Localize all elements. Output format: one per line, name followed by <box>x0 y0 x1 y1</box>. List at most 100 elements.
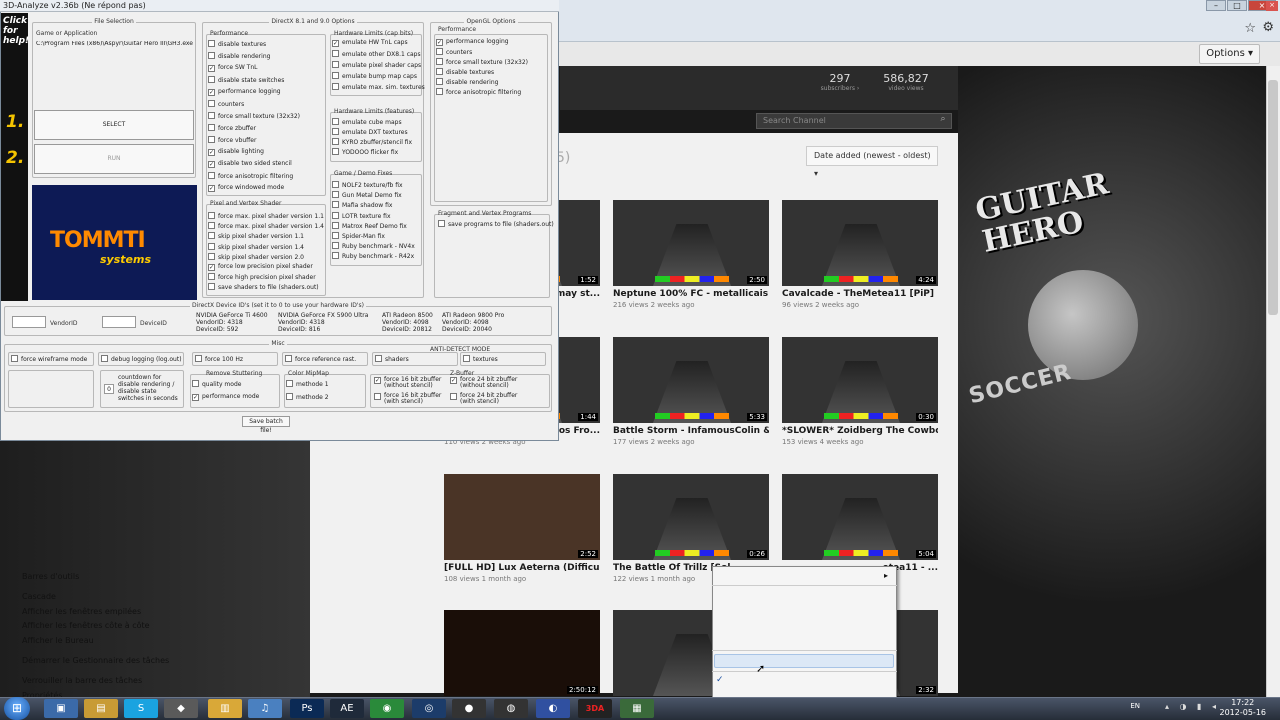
start-button[interactable]: ⊞ <box>4 697 30 720</box>
dx-performance-checkbox[interactable]: ✓ force SW TnL <box>208 64 257 73</box>
app-icon[interactable]: ◆ <box>164 699 198 718</box>
misc-option-checkbox[interactable]: debug logging (log.out) <box>101 355 182 364</box>
3danalyze-taskbar-icon[interactable]: 3DA <box>578 699 612 718</box>
search-icon[interactable]: ⌕ <box>936 114 950 128</box>
pixel-shader-checkbox[interactable]: ✓ force low precision pixel shader <box>208 263 313 272</box>
ogl-performance-checkbox[interactable]: ✓ performance logging <box>436 38 509 47</box>
app-icon[interactable]: ● <box>452 699 486 718</box>
help-text[interactable]: Click for help! <box>3 16 29 46</box>
dx-performance-checkbox[interactable]: force zbuffer <box>208 124 256 133</box>
video-card[interactable]: 5:33 Battle Storm - InfamousColin & Sc...… <box>613 337 769 446</box>
hw-caps-checkbox[interactable]: emulate max. sim. textures <box>332 83 425 92</box>
demo-fix-checkbox[interactable]: Mafia shadow fix <box>332 201 392 210</box>
hw-features-checkbox[interactable]: KYRO zbuffer/stencil fix <box>332 138 412 147</box>
dx-performance-checkbox[interactable]: force vbuffer <box>208 136 256 145</box>
sort-dropdown[interactable]: Date added (newest - oldest) ▾ <box>806 146 938 178</box>
vendor-id-input[interactable] <box>12 316 46 328</box>
zbuffer-checkbox[interactable]: force 24 bit zbuffer (with stencil) <box>450 393 522 407</box>
hw-features-checkbox[interactable]: emulate DXT textures <box>332 128 408 137</box>
video-title[interactable]: Neptune 100% FC - metallicais1337... <box>613 289 769 299</box>
app-icon[interactable]: ▦ <box>620 699 654 718</box>
app-icon[interactable]: ◍ <box>494 699 528 718</box>
pixel-shader-checkbox[interactable]: skip pixel shader version 1.1 <box>208 232 304 241</box>
hw-features-checkbox[interactable]: YODOOO flicker fix <box>332 148 398 157</box>
maximize-icon[interactable]: □ <box>1227 0 1247 11</box>
ogl-performance-checkbox[interactable]: force anisotropic filtering <box>436 88 521 97</box>
pixel-shader-checkbox[interactable]: save shaders to file (shaders.out) <box>208 283 319 292</box>
misc-option-checkbox[interactable]: force reference rast. <box>285 355 356 364</box>
dx-performance-checkbox[interactable]: force anisotropic filtering <box>208 172 293 181</box>
photoshop-icon[interactable]: Ps <box>290 699 324 718</box>
dx-performance-checkbox[interactable]: ✓ force windowed mode <box>208 184 284 193</box>
chrome-icon[interactable]: ◉ <box>370 699 404 718</box>
save-programs-checkbox[interactable]: save programs to file (shaders.out) <box>438 220 554 229</box>
run-button[interactable]: RUN <box>34 144 194 174</box>
video-title[interactable]: [FULL HD] Lux Aeterna (Difficult V... <box>444 563 600 573</box>
save-batch-button[interactable]: Save batch file! <box>242 416 290 434</box>
video-title[interactable]: *SLOWER* Zoidberg The Cowbow ... <box>782 426 938 436</box>
select-button[interactable]: SELECT <box>34 110 194 140</box>
pixel-shader-checkbox[interactable]: force high precision pixel shader <box>208 273 316 282</box>
menu-item-lock-taskbar[interactable]: Verrouiller la barre des tâches <box>22 676 142 685</box>
clock[interactable]: 17:22 2012-05-16 <box>1220 698 1267 718</box>
device-id-input[interactable] <box>102 316 136 328</box>
demo-fix-checkbox[interactable]: Ruby benchmark - NV4x <box>332 242 415 251</box>
options-button[interactable]: Options ▾ <box>1199 44 1260 64</box>
dx-performance-checkbox[interactable]: disable textures <box>208 40 266 49</box>
pixel-shader-checkbox[interactable]: force max. pixel shader version 1.4 <box>208 222 324 231</box>
menu-item-cascade[interactable]: Cascade <box>22 592 56 601</box>
library-icon[interactable]: ▥ <box>208 699 242 718</box>
scrollbar-thumb[interactable] <box>1268 80 1278 315</box>
pixel-shader-checkbox[interactable]: skip pixel shader version 2.0 <box>208 252 304 262</box>
hw-features-checkbox[interactable]: emulate cube maps <box>332 118 402 127</box>
video-title[interactable]: Battle Storm - InfamousColin & Sc... <box>613 426 769 436</box>
close-icon[interactable]: × <box>1266 1 1278 11</box>
folder-icon[interactable]: ▤ <box>84 699 118 718</box>
demo-fix-checkbox[interactable]: Matrox Reef Demo fix <box>332 221 407 231</box>
misc-option-checkbox[interactable]: shaders <box>375 355 409 364</box>
menu-item-side-by-side[interactable]: Afficher les fenêtres côte à côte <box>22 621 150 630</box>
video-card[interactable]: 2:52 [FULL HD] Lux Aeterna (Difficult V..… <box>444 474 600 583</box>
video-card[interactable]: 4:24 Cavalcade - TheMetea11 [PiP] 96 views… <box>782 200 938 309</box>
app-icon[interactable]: ◎ <box>412 699 446 718</box>
pixel-shader-checkbox[interactable]: force max. pixel shader version 1.1 <box>208 212 324 221</box>
menu-item-stacked[interactable]: Afficher les fenêtres empilées <box>22 607 141 616</box>
bookmark-star-icon[interactable]: ☆ <box>1244 21 1256 36</box>
zbuffer-checkbox[interactable]: force 16 bit zbuffer (with stencil) <box>374 393 446 407</box>
video-title[interactable]: Cavalcade - TheMetea11 [PiP] <box>782 289 938 299</box>
skype-icon[interactable]: S <box>124 699 158 718</box>
zbuffer-checkbox[interactable]: ✓ force 24 bit zbuffer (without stencil) <box>450 377 522 391</box>
dx-performance-checkbox[interactable]: force small texture (32x32) <box>208 112 300 121</box>
video-card[interactable]: 0:30 *SLOWER* Zoidberg The Cowbow ... 153 … <box>782 337 938 446</box>
minimize-icon[interactable]: – <box>1206 0 1226 11</box>
menu-item-task-manager[interactable]: Démarrer le Gestionnaire des tâches <box>22 656 169 665</box>
dx-performance-checkbox[interactable]: disable rendering <box>208 52 270 61</box>
dx-performance-checkbox[interactable]: ✓ performance logging <box>208 88 281 97</box>
menu-item-toolbars[interactable]: Barres d'outils <box>22 572 79 581</box>
ogl-performance-checkbox[interactable]: counters <box>436 48 472 57</box>
after-effects-icon[interactable]: AE <box>330 699 364 718</box>
hw-caps-checkbox[interactable]: ✓ emulate HW TnL caps <box>332 39 408 48</box>
misc-option-checkbox[interactable]: force wireframe mode <box>11 355 87 364</box>
video-card[interactable]: 5:04 ...etea11 - ... <box>782 474 938 575</box>
dx-performance-checkbox[interactable]: counters <box>208 100 244 109</box>
video-card[interactable]: 2:50 Neptune 100% FC - metallicais1337...… <box>613 200 769 309</box>
dx-performance-checkbox[interactable]: ✓ disable two sided stencil <box>208 160 292 169</box>
wrench-icon[interactable]: ⚙ <box>1262 20 1274 35</box>
misc-option-checkbox[interactable]: force 100 Hz <box>195 355 243 364</box>
hw-caps-checkbox[interactable]: emulate other DX8.1 caps <box>332 50 421 59</box>
hw-caps-checkbox[interactable]: emulate pixel shader caps <box>332 61 421 70</box>
dx-performance-checkbox[interactable]: disable state switches <box>208 76 284 85</box>
menu-item-show-desktop[interactable]: Afficher le Bureau <box>22 636 94 645</box>
demo-fix-checkbox[interactable]: Gun Metal Demo fix <box>332 191 402 200</box>
demo-fix-checkbox[interactable]: Ruby benchmark - R42x <box>332 252 414 261</box>
demo-fix-checkbox[interactable]: NOLF2 texture/fb fix <box>332 181 403 190</box>
demo-fix-checkbox[interactable]: LOTR texture fix <box>332 211 391 221</box>
mipmap-methode-1[interactable]: methode 1 <box>286 380 329 389</box>
misc-option-checkbox[interactable]: textures <box>463 355 498 364</box>
demo-fix-checkbox[interactable]: Spider-Man fix <box>332 232 385 241</box>
video-card[interactable]: 2:50:12 <box>444 610 600 696</box>
countdown-input[interactable]: 0 <box>104 384 114 394</box>
app-icon[interactable]: ◐ <box>536 699 570 718</box>
explorer-icon[interactable]: ▣ <box>44 699 78 718</box>
